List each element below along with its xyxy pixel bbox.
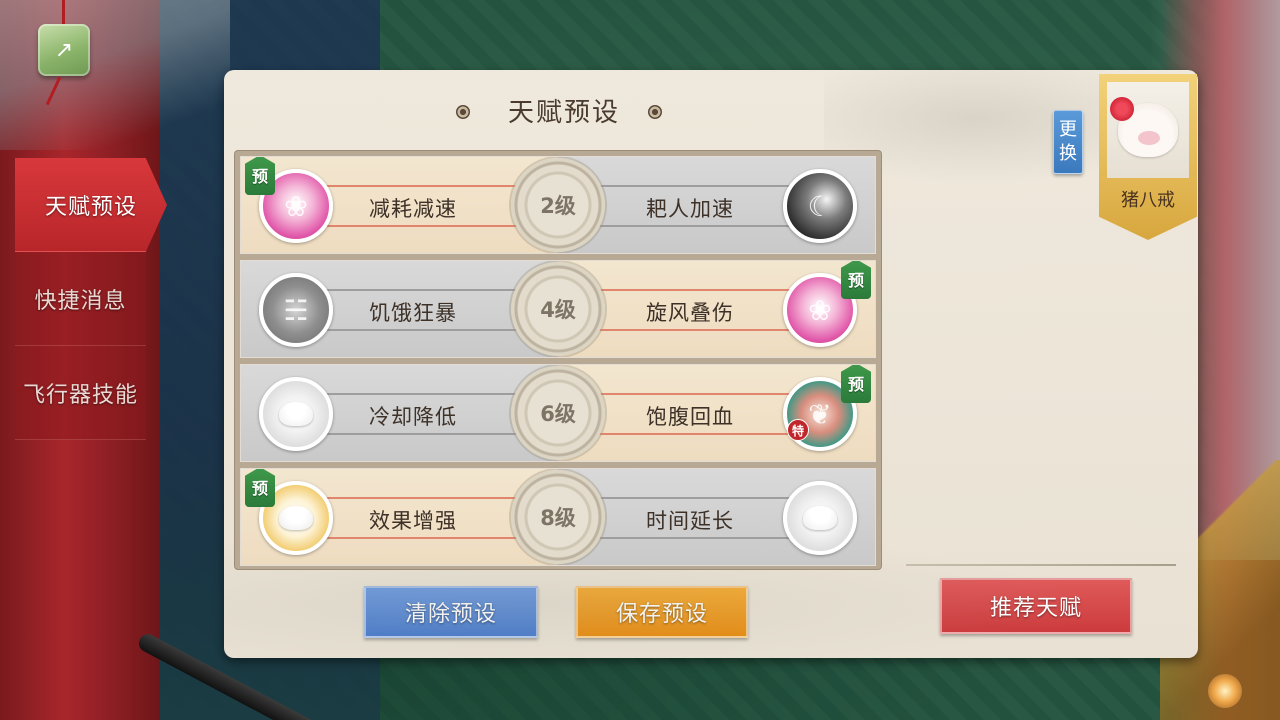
talent-name: 旋风叠伤: [646, 301, 734, 325]
special-badge: 特: [787, 419, 809, 441]
dark-swirl-icon: ☾: [783, 169, 857, 243]
tab-label: 天赋预设: [44, 194, 137, 220]
hunger-icon: ☵: [259, 273, 333, 347]
talent-option-right[interactable]: 旋风叠伤 ❀ 预: [558, 261, 875, 357]
page-title: 天赋预设: [507, 98, 620, 128]
talent-option-right[interactable]: 时间延长: [558, 469, 875, 565]
top-left-sheer: [0, 0, 230, 150]
talent-row: 冷却降低 饱腹回血 ❦ 特 预 6级: [240, 364, 876, 462]
tag-string: [62, 0, 65, 26]
save-preset-button[interactable]: 保存预设: [576, 586, 748, 638]
divider: [906, 564, 1176, 566]
tab-talent-preset[interactable]: 天赋预设: [15, 158, 167, 252]
talent-name: 时间延长: [646, 509, 734, 533]
swap-label-2: 换: [1059, 143, 1077, 164]
preset-badge: 预: [245, 157, 275, 195]
bun-icon: [259, 377, 333, 451]
flower-icon: [1110, 97, 1134, 121]
back-arrow-icon: ↗: [54, 37, 74, 63]
preset-badge: 预: [841, 365, 871, 403]
talent-name: 效果增强: [369, 509, 457, 533]
talent-option-right[interactable]: 饱腹回血 ❦ 特 预: [558, 365, 875, 461]
talent-row: ☵ 饥饿狂暴 旋风叠伤 ❀ 预 4级: [240, 260, 876, 358]
pig-avatar-icon: [1110, 97, 1178, 157]
lamp-glow: [1208, 674, 1242, 708]
talent-name: 减耗减速: [369, 197, 457, 221]
level-label: 8级: [540, 506, 576, 530]
level-medal: 4级: [511, 262, 605, 356]
talent-name: 耙人加速: [646, 197, 734, 221]
talent-option-right[interactable]: 耙人加速 ☾: [558, 157, 875, 253]
clear-preset-button[interactable]: 清除预设: [364, 586, 538, 638]
preset-badge: 预: [841, 261, 871, 299]
character-card[interactable]: 猪八戒: [1099, 74, 1197, 240]
preset-badge: 预: [245, 469, 275, 507]
talent-rows: 预 ❀ 减耗减速 耙人加速 ☾ 2级 ☵ 饥饿狂暴 旋风叠伤 ❀ 预 4级 冷却…: [234, 150, 882, 570]
level-label: 4级: [540, 298, 576, 322]
recommend-talent-button[interactable]: 推荐天赋: [940, 578, 1132, 634]
sidebar-tabs: 天赋预设 快捷消息 飞行器技能: [15, 158, 167, 440]
ornament-icon: [648, 105, 662, 119]
talent-row: 预 效果增强 时间延长 8级: [240, 468, 876, 566]
level-label: 6级: [540, 402, 576, 426]
level-label: 2级: [540, 194, 576, 218]
swap-character-button[interactable]: 更 换: [1053, 110, 1083, 174]
tab-label: 飞行器技能: [22, 382, 138, 408]
swap-label-1: 更: [1059, 119, 1077, 140]
tab-quick-message[interactable]: 快捷消息: [15, 252, 146, 346]
bun-icon: [783, 481, 857, 555]
tab-label: 快捷消息: [34, 288, 127, 314]
character-name: 猪八戒: [1121, 190, 1175, 211]
talent-name: 冷却降低: [369, 405, 457, 429]
character-portrait: [1107, 82, 1189, 178]
tab-aircraft-skill[interactable]: 飞行器技能: [15, 346, 146, 440]
level-medal: 6级: [511, 366, 605, 460]
talent-preset-panel: 天赋预设 预 ❀ 减耗减速 耙人加速 ☾ 2级 ☵ 饥饿狂暴 旋风叠伤 ❀ 预 …: [224, 70, 1198, 658]
talent-name: 饱腹回血: [646, 405, 734, 429]
back-tag-button[interactable]: ↗: [38, 24, 90, 76]
level-medal: 8级: [511, 470, 605, 564]
talent-name: 饥饿狂暴: [369, 301, 457, 325]
level-medal: 2级: [511, 158, 605, 252]
talent-row: 预 ❀ 减耗减速 耙人加速 ☾ 2级: [240, 156, 876, 254]
